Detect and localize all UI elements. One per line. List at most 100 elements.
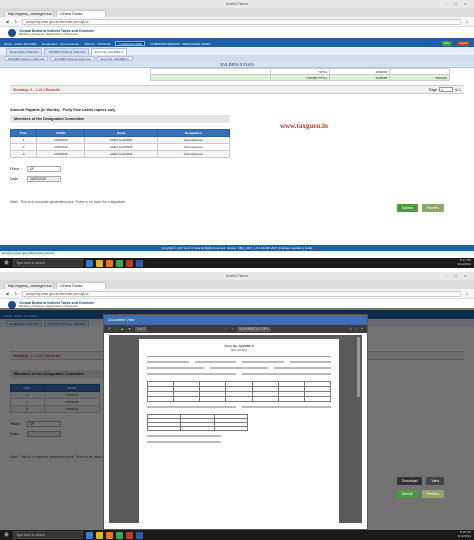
zoom-in-icon[interactable]: + [231,327,233,331]
window-title: Mozilla Firefox [225,274,249,278]
more-tools-icon[interactable]: » [361,327,363,331]
taskbar-clock[interactable]: 5:17 PM 9/12/2019 [458,259,471,266]
chrome-app-icon[interactable] [116,259,123,267]
firefox-app-icon[interactable] [106,531,113,539]
role-badge: COMMISSIONER [115,41,146,46]
pdf-app-icon[interactable] [126,259,133,267]
table-row: 3 27001236 ACES TestUSR3 Commissioner [9,150,231,158]
pdf-actions: Download View [396,477,444,485]
watermark-text: www.taxguru.in [280,122,328,130]
page-input[interactable]: 1 [439,87,454,92]
browser-app-icon[interactable] [86,259,93,267]
window-titlebar: Mozilla Firefox – ▢ ✕ [0,0,474,8]
emblem-icon [8,28,16,37]
back-icon[interactable]: ◀ [4,19,10,25]
pdf-viewer[interactable]: Form No. SVLDRS-3 [See rule 6(1)] [109,335,362,523]
subtab-form[interactable]: Form No. SVLDRS-3 [96,55,133,61]
form-actions: Submit Preview [396,490,444,498]
menu-icon[interactable]: ≡ [464,19,470,25]
folder-app-icon[interactable] [96,531,103,539]
user-ssoid: SSO ID : 27001234 [84,41,111,46]
pdf-scrollbar[interactable] [357,337,360,397]
subtab-svldrs-task-list-2[interactable]: SVLDRS Scheme Task List [50,55,95,61]
folder-app-icon[interactable] [96,259,103,267]
date-input: 20/09/2019 [27,176,61,182]
form-header: SVLDRS-3 Form [0,61,474,68]
window-controls[interactable]: – ▢ ✕ [445,0,470,8]
download-button[interactable]: Download [396,477,423,485]
app-header: Central Board of Indirect Taxes and Cust… [0,27,474,40]
preview-button[interactable]: Preview [421,204,444,212]
table-row: GRAND TOTAL 4000000 4000000 [150,74,450,81]
page-footer: Copyright © 2017 Govt of India All Right… [0,245,474,251]
back-icon[interactable]: ◀ [4,291,10,297]
grand-total-value-2: 4000000 [389,74,450,81]
url-bar[interactable]: aceproxy.cbec.gov.in/cbec/sllr-ver.sqli.… [22,290,461,297]
submit-button[interactable]: Submit [396,490,418,498]
pdf-page: Form No. SVLDRS-3 [See rule 6(1)] [139,339,339,523]
pdf-form-subtitle: [See rule 6(1)] [230,349,248,352]
user-name: Name : ACES TestUSR1 [4,41,37,46]
browser-tab[interactable]: http://appexy...cexangen.ear [4,282,54,289]
pager: Page 1 of 1 [428,87,461,92]
window-controls[interactable]: – ▢ ✕ [445,272,470,280]
next-page-icon[interactable]: ▼ [128,327,131,331]
submit-button[interactable]: Submit [396,204,418,212]
preview-button[interactable]: Preview [421,490,444,498]
taskbar-search[interactable]: Type here to search [13,531,83,539]
browser-tab-active[interactable]: Central Excise [56,10,106,17]
subtab-svldrs-task-list[interactable]: SVLDRS Scheme Task List [4,55,49,61]
page-indicator[interactable]: 1 of 2 [134,326,147,332]
date-field: Date : 20/09/2019 [10,176,464,182]
navigation-bar: ◀ ↻ aceproxy.cbec.gov.in/cbec/sllr-ver.s… [0,289,474,299]
windows-start-icon[interactable]: ⊞ [3,532,10,539]
page-tabs: Registration Task List SVLDRS Scheme Tas… [0,47,474,55]
browser-tab[interactable]: http://appexy...cexangen.ear [4,10,54,17]
pdf-form-title: Form No. SVLDRS-3 [224,344,254,348]
form-actions: Submit Preview [396,204,444,212]
url-bar[interactable]: aceproxy.cbec.gov.in/cbec/sllr-ver.sqli.… [22,18,461,25]
ministry-title: Ministry of Finance, Department of Reven… [19,32,78,36]
search-icon[interactable]: ⌕ [115,327,117,331]
browser-app-icon[interactable] [86,531,93,539]
taskbar-search[interactable]: Type here to search [13,259,83,267]
pdf-members-table [146,414,249,431]
download-icon[interactable]: ⤓ [356,327,357,331]
tab-svldrs-task-list[interactable]: SVLDRS Scheme Task List [44,48,89,55]
pdf-toolbar: ☰ ⌕ ▲ ▼ 1 of 2 − + SUPERSEDE COPY ⎙ ⤓ » [104,325,367,333]
user-location: COMMISSIONERATE : DEMO/ACES ADMIN [150,41,211,46]
view-button[interactable]: View [426,477,444,485]
modal-title: Document View [104,315,367,325]
zoom-out-icon[interactable]: − [225,327,227,331]
records-bar: Showing : 1 - 1 of 1 Records Page 1 of 1 [10,85,464,94]
menu-icon[interactable]: ≡ [464,291,470,297]
place-field: Place : DF [10,166,464,172]
form-content: TOTAL 4000000 GRAND TOTAL 4000000 400000… [0,68,474,212]
sidebar-toggle-icon[interactable]: ☰ [108,327,111,331]
place-input[interactable]: DF [27,166,61,172]
word-app-icon[interactable] [136,531,143,539]
prev-page-icon[interactable]: ▲ [121,327,124,331]
chrome-app-icon[interactable] [116,531,123,539]
totals-table: TOTAL 4000000 GRAND TOTAL 4000000 400000… [150,68,450,81]
help-button[interactable]: Help [441,41,452,46]
reload-icon[interactable]: ↻ [13,291,19,297]
members-table: S.No. SSOID Name Designation 1 27001234 … [9,129,231,158]
window-title: Mozilla Firefox [225,2,249,6]
table-row: 1 27001234 ACES TestUSR1 Commissioner [9,136,231,144]
tab-form-svldrs-3[interactable]: Form No. SVLDRS-3 [90,48,127,55]
print-icon[interactable]: ⎙ [349,327,352,331]
taskbar-clock[interactable]: 5:18 PM 9/12/2019 [458,531,471,538]
grand-total-value: 4000000 [329,74,391,81]
user-bar: Name : ACES TestUSR1 Designation : Commi… [0,40,474,47]
tab-registration-task-list[interactable]: Registration Task List [6,48,43,55]
windows-start-icon[interactable]: ⊞ [3,260,10,267]
logout-button[interactable]: Logout [456,41,470,46]
taskbar: ⊞ Type here to search 5:18 PM 9/12/2019 [0,530,474,540]
pdf-app-icon[interactable] [126,531,133,539]
browser-tab-active[interactable]: Central Excise [56,282,106,289]
zoom-select[interactable]: SUPERSEDE COPY [237,326,271,332]
firefox-app-icon[interactable] [106,259,113,267]
word-app-icon[interactable] [136,259,143,267]
reload-icon[interactable]: ↻ [13,19,19,25]
